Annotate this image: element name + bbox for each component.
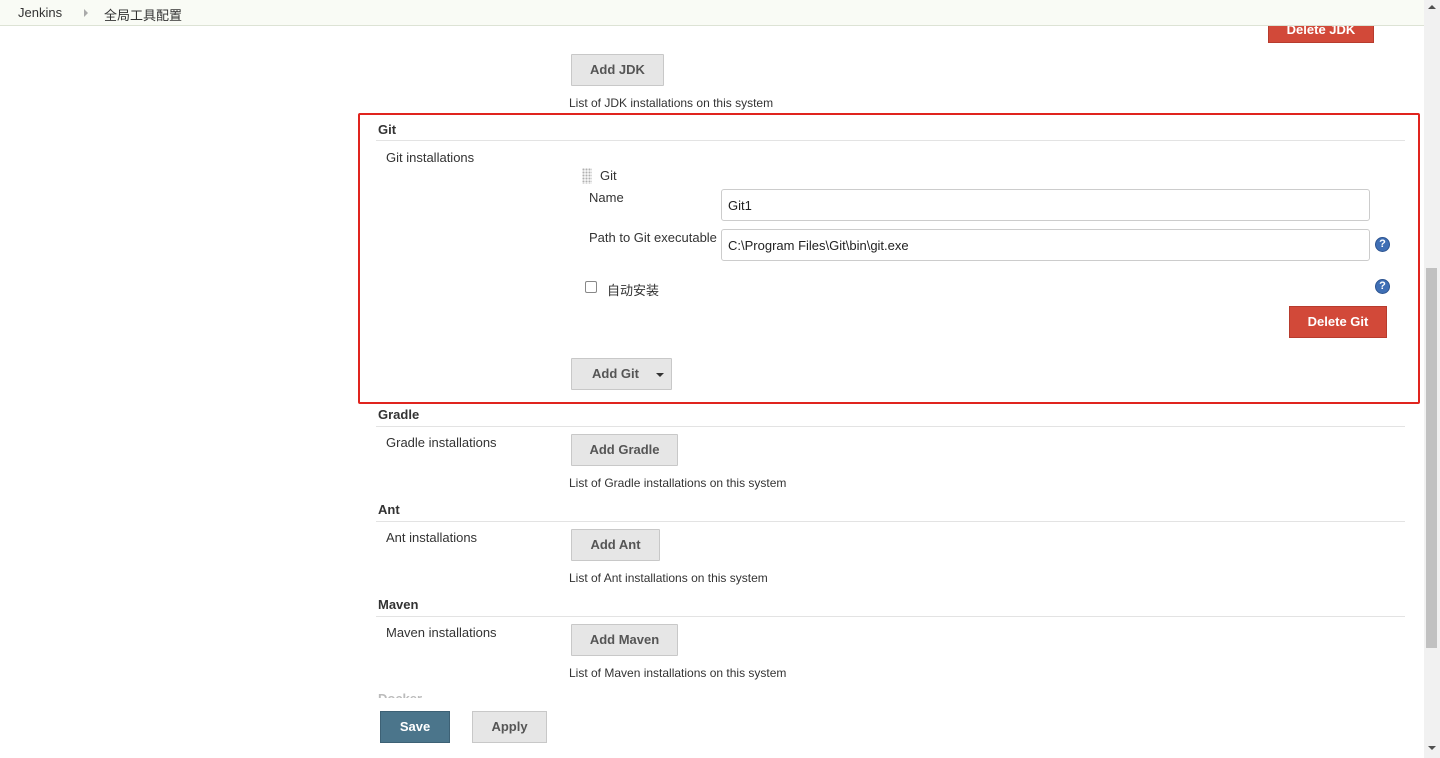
add-gradle-button[interactable]: Add Gradle	[571, 434, 678, 466]
scroll-up-arrow-icon[interactable]	[1428, 5, 1436, 9]
save-button[interactable]: Save	[380, 711, 450, 743]
scroll-down-arrow-icon[interactable]	[1428, 746, 1436, 750]
ant-section-divider	[376, 521, 1405, 522]
maven-section-title: Maven	[378, 597, 419, 612]
breadcrumb-current-page[interactable]: 全局工具配置	[104, 5, 182, 24]
breadcrumb-jenkins-link[interactable]: Jenkins	[18, 5, 62, 20]
add-git-label: Add Git	[592, 366, 639, 381]
git-name-input[interactable]	[721, 189, 1370, 221]
jdk-help-text: List of JDK installations on this system	[569, 96, 774, 110]
chevron-down-icon	[656, 373, 664, 377]
vertical-scrollbar[interactable]	[1424, 0, 1440, 758]
git-name-label: Name	[589, 190, 624, 205]
git-path-help-icon[interactable]: ?	[1375, 237, 1390, 252]
git-item-title: Git	[600, 168, 617, 183]
git-path-input[interactable]	[721, 229, 1370, 261]
ant-section-title: Ant	[378, 502, 400, 517]
gradle-section-title: Gradle	[378, 407, 420, 422]
add-ant-button[interactable]: Add Ant	[571, 529, 660, 561]
ant-help-text: List of Ant installations on this system	[569, 571, 768, 585]
git-section-divider	[376, 140, 1405, 141]
git-path-label: Path to Git executable	[589, 230, 717, 245]
maven-section-divider	[376, 616, 1405, 617]
git-auto-install-label: 自动安装	[607, 283, 660, 298]
add-jdk-button[interactable]: Add JDK	[571, 54, 664, 86]
drag-handle-icon[interactable]	[582, 168, 592, 184]
next-section-title-partial: Docker	[378, 691, 422, 698]
breadcrumb: Jenkins 全局工具配置	[0, 0, 1424, 26]
maven-installations-label: Maven installations	[386, 625, 497, 640]
git-section-title: Git	[378, 122, 397, 137]
git-auto-install-checkbox[interactable]	[585, 281, 597, 293]
gradle-section-divider	[376, 426, 1405, 427]
git-auto-install-help-icon[interactable]: ?	[1375, 279, 1390, 294]
ant-installations-label: Ant installations	[386, 530, 478, 545]
delete-git-button[interactable]: Delete Git	[1289, 306, 1387, 338]
git-installations-label: Git installations	[386, 150, 475, 165]
add-maven-button[interactable]: Add Maven	[571, 624, 678, 656]
add-git-button[interactable]: Add Git	[571, 358, 672, 390]
gradle-help-text: List of Gradle installations on this sys…	[569, 476, 787, 490]
scrollbar-thumb[interactable]	[1426, 268, 1437, 648]
delete-jdk-button[interactable]: Delete JDK	[1268, 26, 1374, 43]
main-content: Delete JDK Add JDK List of JDK installat…	[0, 26, 1424, 758]
maven-help-text: List of Maven installations on this syst…	[569, 666, 787, 680]
breadcrumb-separator-icon[interactable]	[84, 9, 88, 17]
gradle-installations-label: Gradle installations	[386, 435, 497, 450]
apply-button[interactable]: Apply	[472, 711, 547, 743]
